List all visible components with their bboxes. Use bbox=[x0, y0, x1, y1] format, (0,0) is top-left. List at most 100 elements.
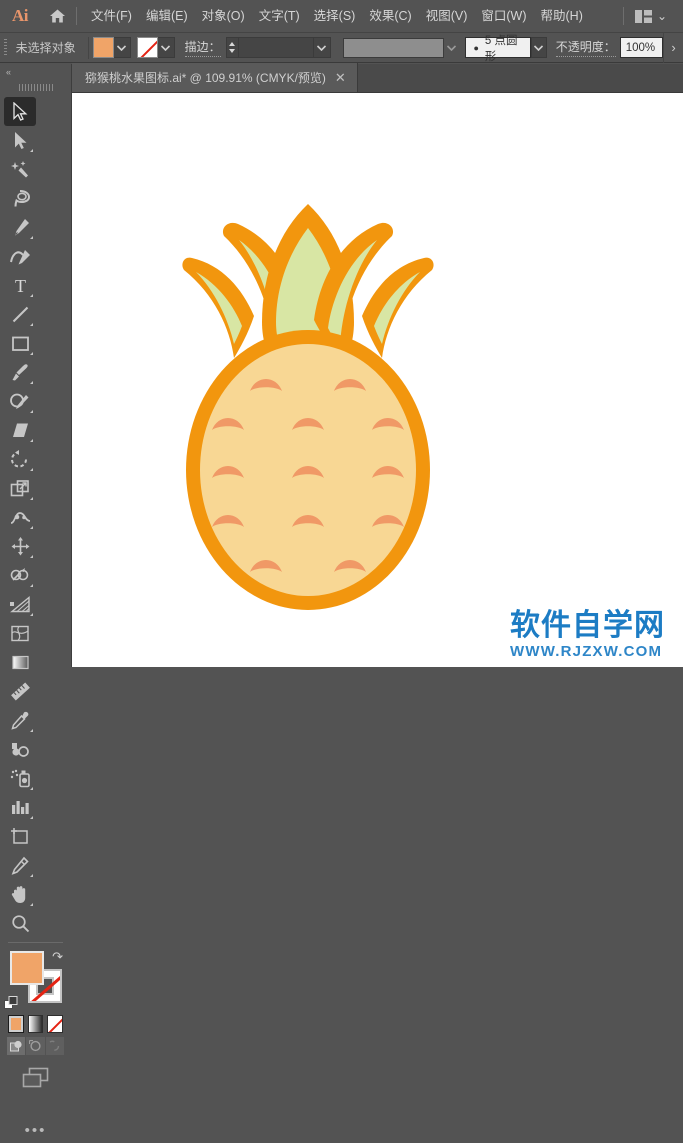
paintbrush-tool[interactable] bbox=[4, 358, 36, 387]
measure-tool[interactable] bbox=[4, 677, 36, 706]
draw-normal-button[interactable] bbox=[7, 1037, 26, 1055]
none-mode-button[interactable] bbox=[47, 1015, 64, 1033]
mesh-tool[interactable] bbox=[4, 619, 36, 648]
shaper-tool[interactable] bbox=[4, 387, 36, 416]
menu-object[interactable]: 对象(O) bbox=[195, 5, 252, 28]
watermark-chinese: 软件自学网 bbox=[510, 608, 665, 643]
stroke-caret-icon[interactable] bbox=[157, 37, 175, 58]
tool-flyout-indicator bbox=[30, 468, 33, 471]
shape-builder-tool[interactable] bbox=[4, 561, 36, 590]
collapse-panel-button[interactable]: « bbox=[0, 64, 71, 79]
change-screen-mode-button[interactable] bbox=[0, 1061, 71, 1095]
tool-flyout-indicator bbox=[30, 323, 33, 326]
blend-tool[interactable] bbox=[4, 735, 36, 764]
document-tab-bar: 猕猴桃水果图标.ai* @ 109.91% (CMYK/预览) ✕ bbox=[72, 63, 683, 93]
app-logo: Ai bbox=[12, 6, 29, 25]
stroke-color-control[interactable] bbox=[136, 37, 175, 58]
tool-flyout-indicator bbox=[30, 526, 33, 529]
stroke-weight-control[interactable] bbox=[225, 37, 331, 58]
home-icon[interactable] bbox=[40, 0, 74, 32]
fill-color-swatch[interactable] bbox=[10, 951, 44, 985]
workspace-switcher[interactable]: ⌄ bbox=[631, 9, 671, 23]
zoom-tool[interactable] bbox=[4, 909, 36, 938]
rectangle-tool[interactable] bbox=[4, 329, 36, 358]
document-canvas[interactable]: 软件自学网 WWW.RJZXW.COM bbox=[72, 93, 683, 667]
stroke-weight-caret-icon[interactable] bbox=[313, 37, 331, 58]
width-tool[interactable] bbox=[4, 503, 36, 532]
column-graph-tool[interactable] bbox=[4, 793, 36, 822]
direct-selection-tool[interactable] bbox=[4, 126, 36, 155]
perspective-grid-tool[interactable] bbox=[4, 590, 36, 619]
eyedropper-tool[interactable] bbox=[4, 706, 36, 735]
menu-file[interactable]: 文件(F) bbox=[84, 5, 139, 28]
swap-fill-stroke-icon[interactable]: ↷ bbox=[52, 949, 63, 965]
stroke-weight-field[interactable] bbox=[238, 37, 314, 58]
symbol-sprayer-tool[interactable] bbox=[4, 764, 36, 793]
watermark: 软件自学网 WWW.RJZXW.COM bbox=[510, 608, 665, 660]
fill-caret-icon[interactable] bbox=[113, 37, 131, 58]
lasso-tool[interactable] bbox=[4, 184, 36, 213]
stroke-weight-stepper[interactable] bbox=[225, 37, 239, 58]
scale-tool[interactable] bbox=[4, 474, 36, 503]
menubar-divider bbox=[76, 7, 77, 25]
menu-view[interactable]: 视图(V) bbox=[419, 5, 475, 28]
pen-tool[interactable] bbox=[4, 213, 36, 242]
tools-divider bbox=[8, 942, 63, 943]
tool-flyout-indicator bbox=[30, 352, 33, 355]
menu-window[interactable]: 窗口(W) bbox=[474, 5, 533, 28]
opacity-input[interactable]: 100% bbox=[619, 37, 664, 58]
gradient-mode-button[interactable] bbox=[27, 1015, 44, 1033]
edit-toolbar-button[interactable]: ••• bbox=[0, 1117, 71, 1143]
type-tool[interactable]: T bbox=[4, 271, 36, 300]
stroke-profile-field[interactable] bbox=[342, 37, 445, 58]
draw-behind-button[interactable] bbox=[26, 1037, 45, 1055]
line-segment-tool[interactable] bbox=[4, 300, 36, 329]
color-mode-button[interactable] bbox=[8, 1015, 24, 1033]
tool-flyout-indicator bbox=[30, 497, 33, 500]
pineapple-icon[interactable] bbox=[178, 198, 438, 633]
menu-type[interactable]: 文字(T) bbox=[252, 5, 307, 28]
workspace-caret-icon: ⌄ bbox=[656, 9, 667, 23]
tools-panel: « T ↷ ••• bbox=[0, 64, 72, 1139]
tool-grid: T bbox=[0, 95, 71, 938]
free-transform-tool[interactable] bbox=[4, 532, 36, 561]
stroke-profile-caret-icon[interactable] bbox=[444, 37, 460, 58]
color-mode-buttons bbox=[0, 1015, 71, 1033]
stroke-none-swatch[interactable] bbox=[136, 37, 158, 58]
magic-wand-tool[interactable] bbox=[4, 155, 36, 184]
fill-color-control[interactable] bbox=[92, 37, 131, 58]
tool-flyout-indicator bbox=[30, 903, 33, 906]
menu-edit[interactable]: 编辑(E) bbox=[139, 5, 195, 28]
selection-tool[interactable] bbox=[4, 97, 36, 126]
artboard-tool[interactable] bbox=[4, 822, 36, 851]
selection-status-label: 未选择对象 bbox=[15, 41, 76, 55]
watermark-url: WWW.RJZXW.COM bbox=[510, 643, 663, 660]
default-fill-stroke-icon[interactable] bbox=[4, 996, 19, 1011]
document-tab-title: 猕猴桃水果图标.ai* @ 109.91% (CMYK/预览) bbox=[85, 71, 326, 85]
stroke-weight-label: 描边： bbox=[184, 38, 221, 57]
curvature-tool[interactable] bbox=[4, 242, 36, 271]
menu-select[interactable]: 选择(S) bbox=[307, 5, 363, 28]
hand-tool[interactable] bbox=[4, 880, 36, 909]
control-bar-grip[interactable] bbox=[0, 32, 12, 63]
slice-tool[interactable] bbox=[4, 851, 36, 880]
tool-flyout-indicator bbox=[30, 381, 33, 384]
fill-stroke-controls: ↷ bbox=[0, 947, 71, 1013]
document-tab[interactable]: 猕猴桃水果图标.ai* @ 109.91% (CMYK/预览) ✕ bbox=[72, 63, 358, 92]
tools-panel-grip[interactable] bbox=[0, 79, 71, 95]
gradient-tool[interactable] bbox=[4, 648, 36, 677]
menu-effect[interactable]: 效果(C) bbox=[362, 5, 418, 28]
menu-help[interactable]: 帮助(H) bbox=[534, 5, 590, 28]
fill-swatch[interactable] bbox=[92, 37, 114, 58]
draw-inside-button[interactable] bbox=[45, 1037, 64, 1055]
drawing-mode-buttons bbox=[0, 1033, 71, 1055]
close-icon[interactable]: ✕ bbox=[335, 71, 346, 84]
eraser-tool[interactable] bbox=[4, 416, 36, 445]
control-bar-overflow-button[interactable]: › bbox=[663, 32, 683, 63]
rotate-tool[interactable] bbox=[4, 445, 36, 474]
brush-caret-icon[interactable] bbox=[531, 37, 547, 58]
tool-flyout-indicator bbox=[30, 236, 33, 239]
brush-label: 5 点圆形 bbox=[484, 34, 518, 63]
control-divider-1 bbox=[87, 36, 89, 59]
brush-definition-field[interactable]: ● 5 点圆形 bbox=[465, 35, 532, 63]
